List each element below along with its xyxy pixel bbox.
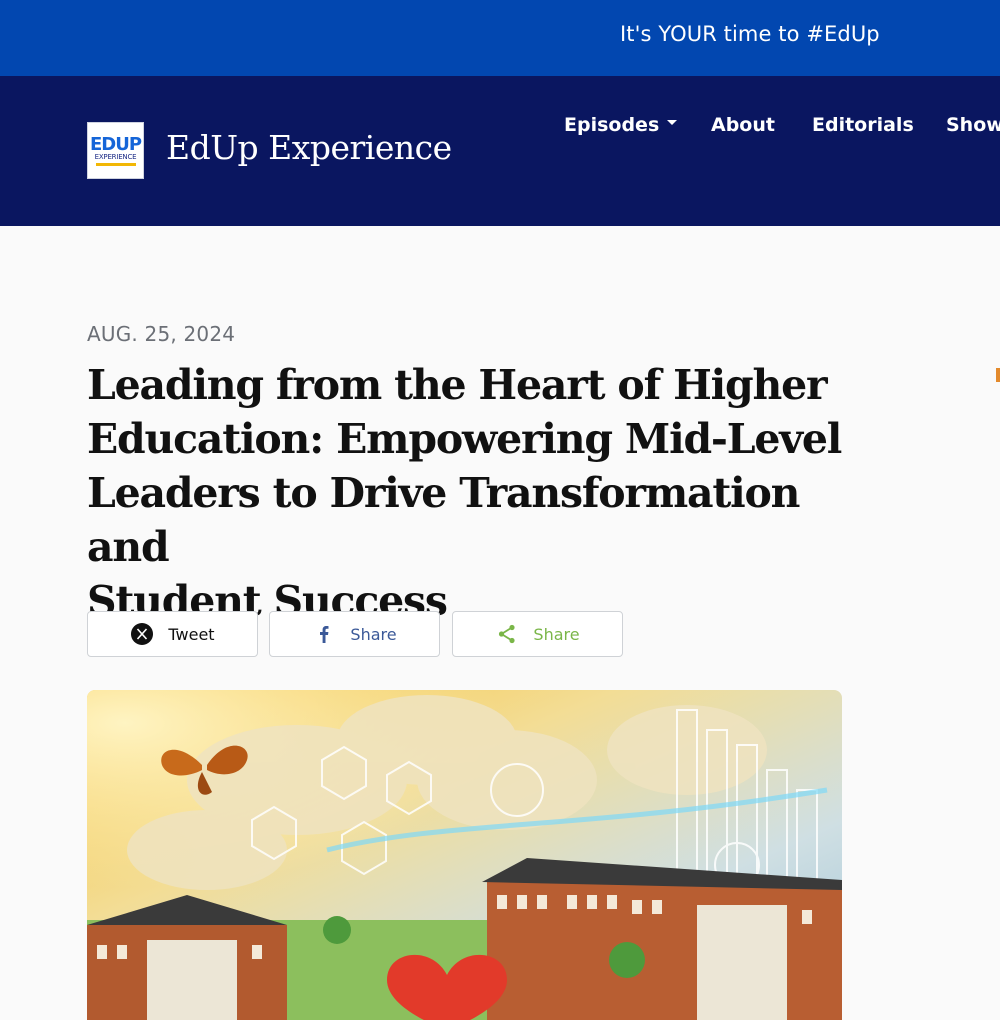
nav-item-about[interactable]: About (711, 114, 775, 136)
article-hero-image (87, 690, 842, 1020)
chevron-down-icon (667, 120, 678, 125)
tweet-label: Tweet (168, 624, 215, 644)
facebook-icon (312, 622, 336, 646)
nav-item-show[interactable]: Show (946, 114, 1000, 136)
nav-item-editorials[interactable]: Editorials (812, 114, 914, 136)
logo-underline (95, 162, 136, 166)
share-button[interactable]: Share (452, 611, 623, 657)
tweet-button[interactable]: Tweet (87, 611, 258, 657)
share-label: Share (533, 624, 580, 644)
logo-subtitle: EXPERIENCE (94, 152, 137, 161)
site-header (0, 76, 1000, 226)
x-icon (130, 622, 154, 646)
facebook-share-label: Share (350, 624, 397, 644)
logo-wordmark: EDUP (89, 133, 142, 155)
article-title: Leading from the Heart of Higher Educati… (87, 361, 842, 625)
promo-bar: It's YOUR time to #EdUp (0, 0, 1000, 76)
nav-item-episodes[interactable]: Episodes (564, 114, 678, 136)
site-logo[interactable]: EDUP EXPERIENCE (87, 122, 144, 179)
facebook-share-button[interactable]: Share (269, 611, 440, 657)
article-date: AUG. 25, 2024 (87, 322, 236, 346)
brand-name[interactable]: EdUp Experience (166, 128, 452, 167)
share-icon (495, 622, 519, 646)
promo-text[interactable]: It's YOUR time to #EdUp (620, 22, 880, 46)
sidebar-edge-marker (996, 368, 1000, 382)
